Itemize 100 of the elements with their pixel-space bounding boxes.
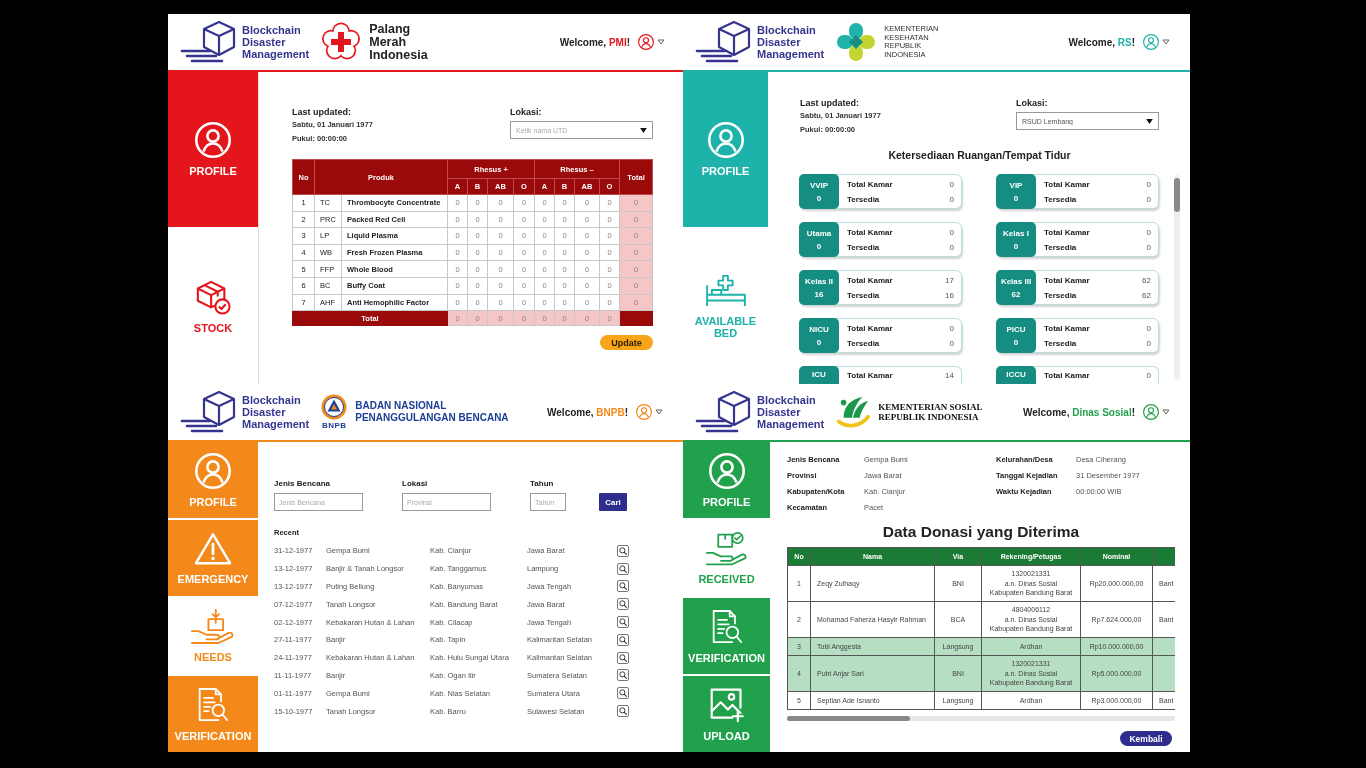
filter-label: Tahun xyxy=(530,478,555,489)
search-button[interactable] xyxy=(617,651,629,664)
room-name: ICCU xyxy=(1006,370,1026,379)
room-name: PICU xyxy=(1006,324,1026,334)
room-label: Total Kamar xyxy=(847,371,893,380)
user-icon xyxy=(707,122,744,158)
welcome-text: Welcome, BNPB! xyxy=(547,406,628,418)
room-value: 14 xyxy=(945,371,954,380)
room-label: Total Kamar xyxy=(1044,323,1090,333)
box-check-icon xyxy=(195,279,231,315)
search-button[interactable] xyxy=(617,598,629,611)
search-icon xyxy=(619,564,627,573)
app-name: Blockchain Disaster Management xyxy=(242,24,310,60)
caret-icon xyxy=(655,409,663,415)
cube-logo xyxy=(695,390,751,434)
sidebar-item[interactable]: EMERGENCY xyxy=(168,520,258,596)
account-menu-button[interactable] xyxy=(1143,34,1170,50)
search-button[interactable] xyxy=(617,544,629,557)
welcome-text: Welcome, RS! xyxy=(1068,36,1135,48)
cube-logo xyxy=(180,390,236,434)
user-icon xyxy=(195,452,231,489)
room-name: Kelas III xyxy=(1000,276,1032,286)
back-button[interactable]: Kembali xyxy=(1120,731,1172,746)
search-icon xyxy=(619,653,627,662)
hand-box-icon xyxy=(705,531,748,566)
search-icon xyxy=(619,707,627,716)
room-label: Total Kamar xyxy=(847,323,893,333)
room-label: Total Kamar xyxy=(1044,371,1090,380)
section-title: Data Donasi yang Diterima xyxy=(881,523,1081,541)
room-name: NICU xyxy=(809,324,829,334)
leaf-cross-logo xyxy=(836,22,877,62)
scrollbar[interactable] xyxy=(787,716,1175,721)
room-count: 16 xyxy=(814,289,824,299)
caret-icon xyxy=(1162,409,1170,415)
search-button[interactable] xyxy=(617,562,629,575)
user-icon xyxy=(1143,404,1159,420)
search-button[interactable] xyxy=(617,580,629,593)
room-value: 0 xyxy=(949,242,954,252)
hand-box-icon xyxy=(191,609,235,644)
search-button[interactable] xyxy=(617,616,629,629)
search-icon xyxy=(619,600,627,609)
search-button[interactable]: Cari xyxy=(599,493,627,511)
caret-icon xyxy=(1162,39,1170,45)
room-count: 0 xyxy=(816,241,822,251)
bed-plus-icon xyxy=(704,274,747,308)
room-name: Kelas I xyxy=(1003,228,1029,238)
scrollbar[interactable] xyxy=(1174,175,1180,380)
search-button[interactable] xyxy=(617,669,629,682)
room-label: Tersedia xyxy=(1044,290,1077,300)
welcome-text: Welcome, PMI! xyxy=(559,36,631,48)
image-plus-icon xyxy=(708,686,745,723)
sidebar-item[interactable]: VERIFICATION xyxy=(168,676,258,752)
filter-label: Jenis Bencana xyxy=(274,478,332,489)
room-label: Tersedia xyxy=(1044,242,1077,252)
sidebar-item[interactable]: PROFILE xyxy=(168,72,258,227)
room-count: 0 xyxy=(816,337,822,347)
search-icon xyxy=(619,618,627,627)
user-icon xyxy=(636,404,652,420)
room-count: 0 xyxy=(1013,337,1019,347)
search-icon xyxy=(619,546,627,555)
partner-name: BADAN NASIONAL PENANGGULANGAN BENCANA xyxy=(355,400,510,424)
sidebar-item[interactable]: PROFILE xyxy=(683,442,770,518)
account-menu-button[interactable] xyxy=(638,34,666,50)
filter-label: Lokasi xyxy=(402,478,429,489)
search-button[interactable] xyxy=(617,687,629,700)
cube-logo xyxy=(180,20,236,64)
room-value: 0 xyxy=(949,323,954,333)
room-value: 0 xyxy=(1146,242,1151,252)
leaf-logo xyxy=(836,395,871,429)
room-label: Tersedia xyxy=(847,194,880,204)
room-label: Tersedia xyxy=(847,338,880,348)
sidebar-item[interactable]: UPLOAD xyxy=(683,676,770,752)
room-count: 0 xyxy=(1013,193,1019,203)
room-count: 62 xyxy=(1011,289,1021,299)
account-menu-button[interactable] xyxy=(1143,404,1170,420)
search-button[interactable] xyxy=(617,633,629,646)
user-icon xyxy=(195,122,231,158)
sidebar-item[interactable]: VERIFICATION xyxy=(683,598,770,674)
room-label: Total Kamar xyxy=(847,275,893,285)
warning-icon xyxy=(194,531,232,566)
caret-icon xyxy=(640,127,648,133)
welcome-text: Welcome, Dinas Sosial! xyxy=(1022,406,1135,418)
room-value: 0 xyxy=(1146,179,1151,189)
room-name: Utama xyxy=(806,228,832,238)
room-value: 0 xyxy=(1146,194,1151,204)
room-label: Total Kamar xyxy=(847,179,893,189)
room-value: 16 xyxy=(945,290,954,300)
logo-caption: BNPB xyxy=(321,421,347,430)
update-button[interactable]: Update xyxy=(600,335,654,351)
search-button[interactable] xyxy=(617,705,629,718)
cube-logo xyxy=(695,20,751,64)
user-icon xyxy=(708,452,745,489)
sidebar-item[interactable]: PROFILE xyxy=(683,72,768,227)
room-value: 0 xyxy=(1146,338,1151,348)
app-name: Blockchain Disaster Management xyxy=(242,394,310,430)
room-value: 0 xyxy=(1146,227,1151,237)
room-label: Total Kamar xyxy=(1044,227,1090,237)
cross-flower-logo xyxy=(321,22,362,62)
sidebar-item[interactable]: PROFILE xyxy=(168,442,258,518)
partner-name: KEMENTERIAN SOSIAL REPUBLIK INDONESIA xyxy=(878,402,983,422)
